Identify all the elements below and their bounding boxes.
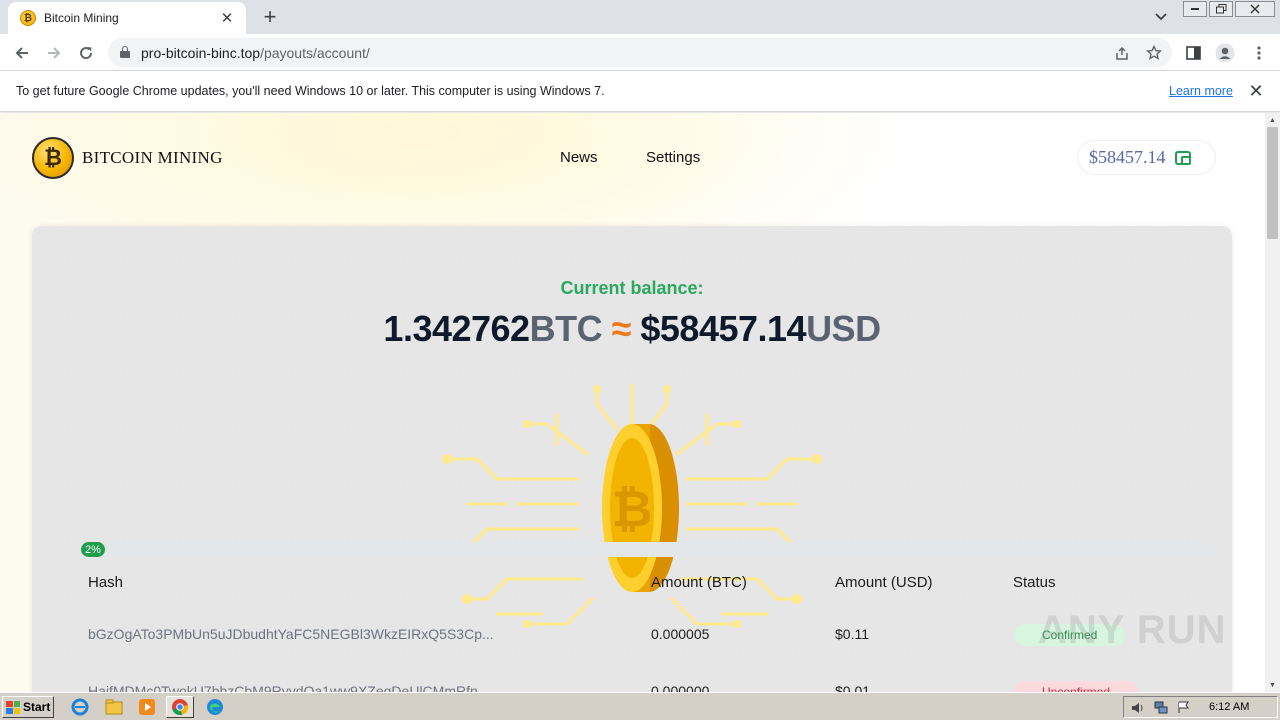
infobar-close-icon[interactable]: ✕ bbox=[1246, 81, 1266, 101]
new-tab-button[interactable]: + bbox=[258, 4, 282, 29]
browser-tab[interactable]: ₿ Bitcoin Mining ✕ bbox=[8, 2, 246, 34]
update-infobar: To get future Google Chrome updates, you… bbox=[0, 71, 1280, 112]
page-scrollbar[interactable]: ▲ ▼ bbox=[1265, 113, 1280, 692]
close-window-button[interactable] bbox=[1235, 1, 1275, 17]
edge-icon[interactable] bbox=[205, 697, 225, 717]
scroll-up-icon[interactable]: ▲ bbox=[1265, 113, 1280, 127]
anyrun-watermark: ANY RUN bbox=[1038, 608, 1227, 652]
browser-tab-strip: ₿ Bitcoin Mining ✕ + bbox=[0, 0, 1280, 34]
bookmark-star-icon[interactable] bbox=[1143, 42, 1165, 64]
row-amount-usd: $0.11 bbox=[835, 626, 869, 642]
url-text: pro-bitcoin-binc.top/payouts/account/ bbox=[141, 45, 370, 61]
current-balance-value: 1.342762BTC ≈ $58457.14USD bbox=[32, 308, 1232, 350]
header-balance-amount: $58457.14 bbox=[1089, 147, 1166, 167]
side-panel-icon[interactable] bbox=[1180, 40, 1206, 66]
row-hash: HaifMDMc0TwokU7bbzCbM9RyvdOa1ww9XZeqDeUl… bbox=[88, 683, 490, 692]
row-amount-usd: $0.01 bbox=[835, 683, 871, 692]
reload-icon[interactable] bbox=[73, 40, 99, 66]
svg-text:₿: ₿ bbox=[612, 480, 653, 538]
progress-fill: 2% bbox=[81, 542, 105, 557]
row-hash: bGzOgATo3PMbUn5uJDbudhtYaFC5NEGBl3WkzEIR… bbox=[88, 626, 494, 642]
usd-unit: USD bbox=[806, 308, 881, 349]
logo-text: BITCOIN MINING bbox=[82, 148, 223, 167]
status-badge: Unconfirmed bbox=[1014, 681, 1139, 692]
page-viewport: ₿ BITCOIN MINING News Settings $58457.14… bbox=[0, 113, 1265, 692]
chrome-menu-icon[interactable] bbox=[1246, 40, 1272, 66]
bitcoin-favicon-icon: ₿ bbox=[20, 10, 36, 26]
share-icon[interactable] bbox=[1111, 42, 1133, 64]
windows-flag-icon bbox=[6, 700, 20, 714]
nav-settings[interactable]: Settings bbox=[646, 149, 700, 166]
restore-window-button[interactable] bbox=[1209, 1, 1233, 17]
table-header: Hash Amount (BTC) Amount (USD) Status bbox=[64, 566, 1200, 606]
mining-progress-bar: 2% bbox=[81, 542, 1215, 557]
profile-avatar-icon[interactable] bbox=[1212, 40, 1238, 66]
tab-close-icon[interactable]: ✕ bbox=[218, 9, 236, 27]
learn-more-link[interactable]: Learn more bbox=[1169, 84, 1233, 98]
table-row[interactable]: HaifMDMc0TwokU7bbzCbM9RyvdOa1ww9XZeqDeUl… bbox=[64, 663, 1200, 692]
table-row[interactable]: bGzOgATo3PMbUn5uJDbudhtYaFC5NEGBl3WkzEIR… bbox=[64, 606, 1200, 663]
tab-search-chevron-icon[interactable] bbox=[1150, 6, 1172, 28]
wallet-icon bbox=[1174, 150, 1191, 165]
chrome-taskbar-icon[interactable] bbox=[166, 696, 194, 718]
scroll-down-icon[interactable]: ▼ bbox=[1265, 678, 1280, 692]
tab-title: Bitcoin Mining bbox=[44, 11, 119, 25]
browser-toolbar: pro-bitcoin-binc.top/payouts/account/ bbox=[0, 34, 1280, 71]
back-arrow-icon[interactable] bbox=[9, 40, 35, 66]
forward-arrow-icon[interactable] bbox=[41, 40, 67, 66]
header-hash: Hash bbox=[88, 574, 124, 591]
lock-icon[interactable] bbox=[120, 46, 130, 58]
payouts-table: Hash Amount (BTC) Amount (USD) Status bG… bbox=[64, 566, 1200, 692]
infobar-message: To get future Google Chrome updates, you… bbox=[16, 84, 605, 98]
header-status: Status bbox=[1013, 574, 1056, 591]
taskbar-clock: 6:12 AM bbox=[1209, 701, 1250, 713]
action-center-flag-icon[interactable] bbox=[1176, 700, 1191, 715]
nav-news[interactable]: News bbox=[560, 149, 598, 166]
row-amount-btc: 0.000000 bbox=[651, 683, 710, 692]
header-amount-usd: Amount (USD) bbox=[835, 574, 933, 591]
btc-amount: 1.342762 bbox=[383, 308, 530, 349]
scrollbar-thumb[interactable] bbox=[1267, 127, 1278, 239]
row-amount-btc: 0.000005 bbox=[651, 626, 710, 642]
address-bar[interactable]: pro-bitcoin-binc.top/payouts/account/ bbox=[108, 38, 1172, 67]
header-amount-btc: Amount (BTC) bbox=[651, 574, 747, 591]
volume-icon[interactable] bbox=[1130, 700, 1145, 715]
network-icon[interactable] bbox=[1153, 700, 1168, 715]
usd-amount: $58457.14 bbox=[640, 308, 807, 349]
bitcoin-logo-icon: ₿ bbox=[32, 137, 74, 179]
internet-explorer-icon[interactable] bbox=[70, 697, 90, 717]
minimize-window-button[interactable] bbox=[1183, 1, 1207, 17]
system-tray: 6:12 AM bbox=[1123, 696, 1278, 718]
windows-taskbar: Start 6:12 AM bbox=[0, 692, 1280, 720]
approx-sign: ≈ bbox=[611, 308, 632, 349]
start-button[interactable]: Start bbox=[2, 696, 54, 718]
current-balance-label: Current balance: bbox=[560, 278, 704, 298]
site-logo[interactable]: ₿ BITCOIN MINING bbox=[32, 137, 223, 179]
start-label: Start bbox=[23, 700, 51, 714]
header-balance[interactable]: $58457.14 bbox=[1077, 140, 1216, 175]
file-explorer-icon[interactable] bbox=[104, 697, 124, 717]
media-player-icon[interactable] bbox=[137, 697, 157, 717]
btc-unit: BTC bbox=[529, 308, 603, 349]
